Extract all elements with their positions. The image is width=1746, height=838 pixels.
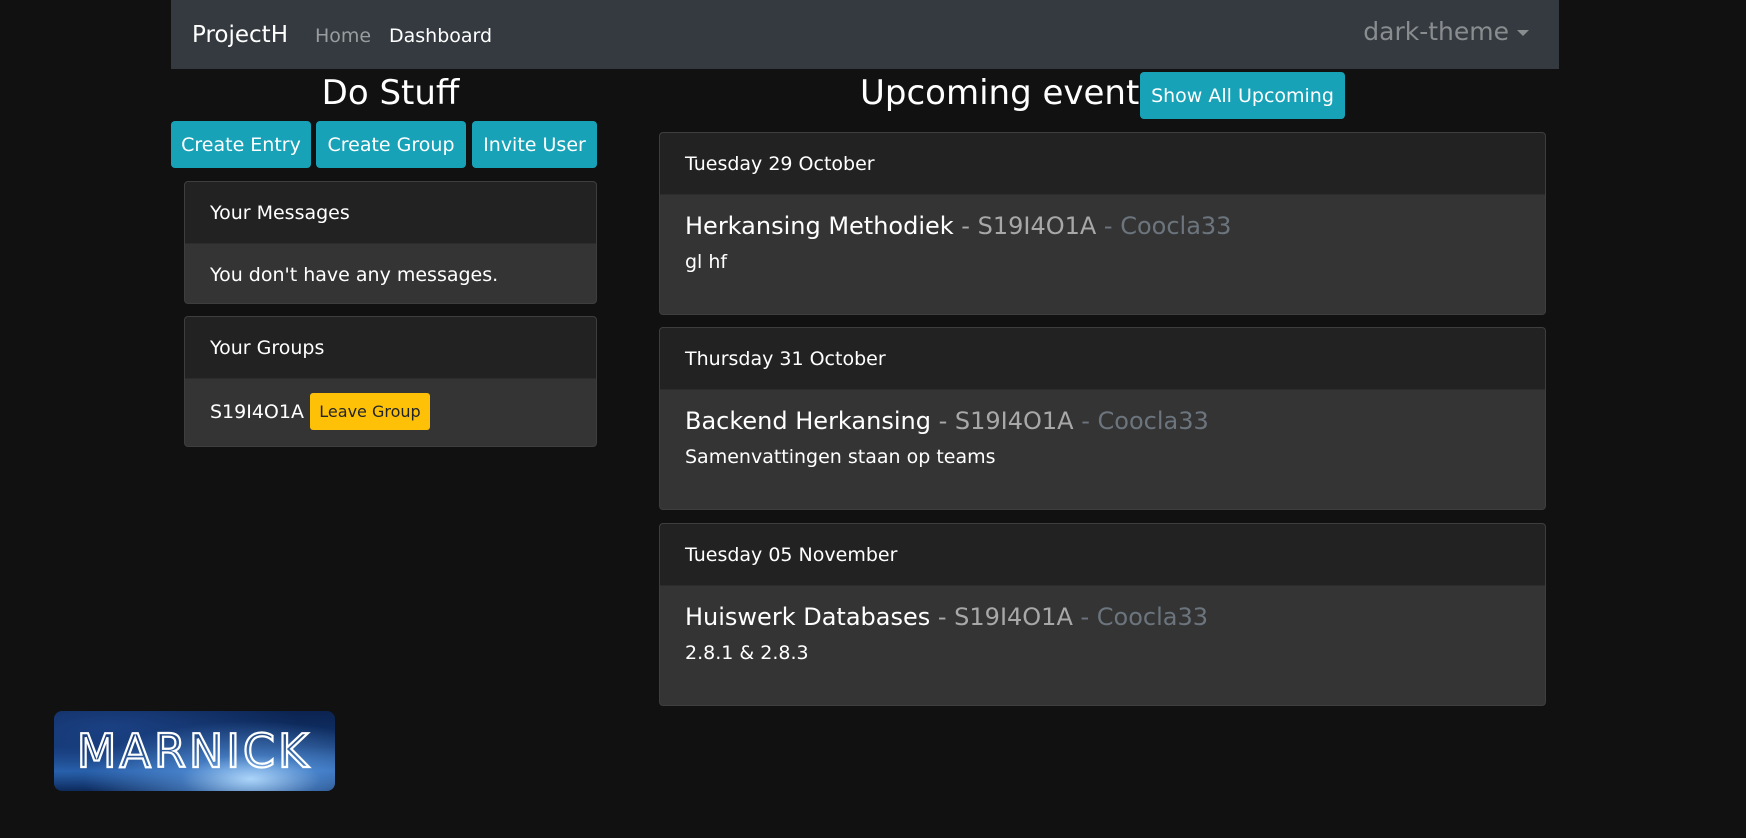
event-date: Thursday 31 October: [660, 328, 1545, 390]
messages-empty-text: You don't have any messages.: [210, 264, 499, 286]
event-description: 2.8.1 & 2.8.3: [685, 642, 809, 664]
marnick-logo: MARNICK: [54, 711, 335, 791]
invite-user-button[interactable]: Invite User: [472, 121, 597, 168]
messages-card: Your Messages You don't have any message…: [184, 181, 597, 304]
caret-down-icon: [1517, 30, 1529, 36]
event-user: Coocla33: [1097, 407, 1209, 435]
show-all-upcoming-button[interactable]: Show All Upcoming: [1140, 72, 1345, 119]
event-card: Tuesday 05 November Huiswerk Databases -…: [659, 523, 1546, 706]
leave-group-button[interactable]: Leave Group: [309, 393, 430, 430]
messages-card-header: Your Messages: [185, 182, 596, 244]
upcoming-events-heading: Upcoming events: [860, 73, 1158, 113]
event-heading: Backend Herkansing - S19I4O1A - Coocla33: [685, 406, 1545, 436]
event-separator: -: [1096, 212, 1121, 240]
page: ProjectH Home Dashboard dark-theme Do St…: [0, 0, 1746, 838]
create-entry-button[interactable]: Create Entry: [171, 121, 311, 168]
groups-card-header: Your Groups: [185, 317, 596, 379]
event-title: Herkansing Methodiek: [685, 212, 954, 240]
event-title: Huiswerk Databases: [685, 603, 931, 631]
event-body: Huiswerk Databases - S19I4O1A - Coocla33…: [660, 586, 1545, 664]
event-heading: Huiswerk Databases - S19I4O1A - Coocla33: [685, 602, 1545, 632]
event-separator: -: [1072, 603, 1097, 631]
event-body: Backend Herkansing - S19I4O1A - Coocla33…: [660, 390, 1545, 468]
event-heading: Herkansing Methodiek - S19I4O1A - Coocla…: [685, 211, 1545, 241]
event-title: Backend Herkansing: [685, 407, 931, 435]
group-name: S19I4O1A: [210, 400, 304, 423]
event-group: S19I4O1A: [977, 212, 1097, 240]
event-date: Tuesday 05 November: [660, 524, 1545, 586]
theme-dropdown-label: dark-theme: [1363, 17, 1509, 46]
group-item: S19I4O1A Leave Group: [185, 379, 596, 430]
groups-card: Your Groups S19I4O1A Leave Group: [184, 316, 597, 447]
navbar: ProjectH Home Dashboard dark-theme: [171, 0, 1559, 69]
event-separator: -: [930, 603, 955, 631]
event-card: Tuesday 29 October Herkansing Methodiek …: [659, 132, 1546, 315]
event-group: S19I4O1A: [954, 603, 1073, 631]
do-stuff-heading: Do Stuff: [321, 73, 460, 113]
event-card: Thursday 31 October Backend Herkansing -…: [659, 327, 1546, 510]
event-separator: -: [930, 407, 955, 435]
event-group: S19I4O1A: [954, 407, 1074, 435]
event-date: Tuesday 29 October: [660, 133, 1545, 195]
event-separator: -: [1073, 407, 1098, 435]
event-separator: -: [953, 212, 978, 240]
event-description: gl hf: [685, 251, 728, 273]
brand-link[interactable]: ProjectH: [192, 21, 288, 49]
create-group-button[interactable]: Create Group: [316, 121, 466, 168]
logo-text: MARNICK: [77, 724, 311, 778]
event-user: Coocla33: [1120, 212, 1232, 240]
event-user: Coocla33: [1096, 603, 1209, 631]
nav-home-link[interactable]: Home: [315, 25, 371, 47]
theme-dropdown[interactable]: dark-theme: [1363, 17, 1529, 47]
nav-dashboard-link[interactable]: Dashboard: [389, 25, 492, 47]
event-body: Herkansing Methodiek - S19I4O1A - Coocla…: [660, 195, 1545, 273]
event-description: Samenvattingen staan op teams: [685, 446, 996, 468]
logo-graphic: MARNICK: [76, 723, 311, 779]
